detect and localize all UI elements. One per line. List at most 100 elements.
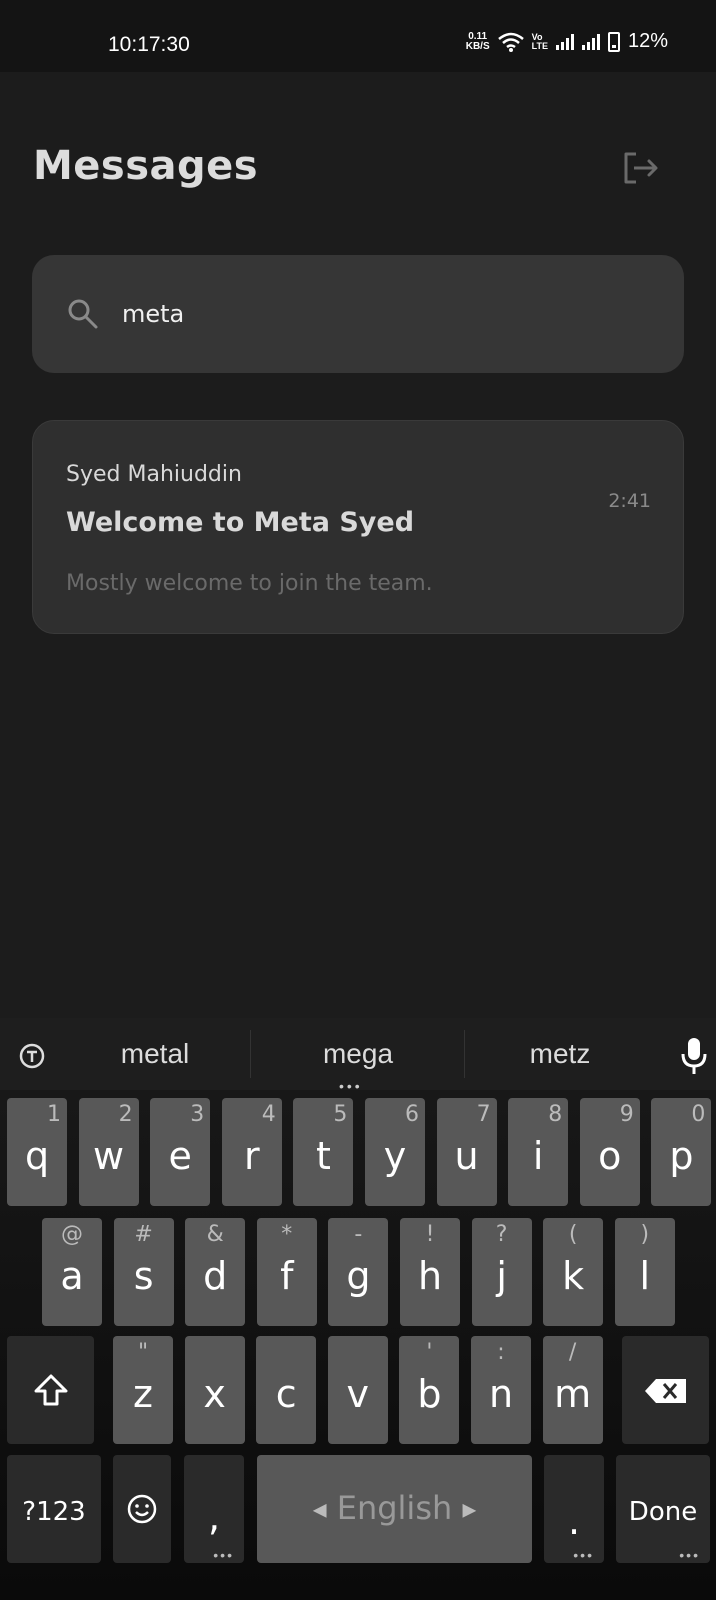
search-input[interactable] — [122, 294, 622, 334]
key-t[interactable]: 5t — [293, 1098, 354, 1206]
message-time: 2:41 — [608, 490, 651, 512]
key-hint: : — [497, 1340, 505, 1365]
key-b[interactable]: ' b — [399, 1336, 460, 1444]
microphone-icon[interactable] — [680, 1036, 708, 1076]
key-l[interactable]: ) l — [614, 1218, 675, 1326]
suggestion-divider — [250, 1030, 251, 1078]
logout-icon[interactable] — [622, 150, 662, 186]
key-hint: 0 — [691, 1102, 706, 1127]
key-hint: 3 — [190, 1102, 205, 1127]
key-hint: - — [354, 1222, 363, 1247]
emoji-key[interactable] — [113, 1455, 171, 1563]
page-title: Messages — [33, 143, 259, 189]
battery-level: 12% — [627, 30, 668, 52]
key-label: f — [280, 1254, 294, 1298]
key-label: x — [203, 1372, 226, 1416]
key-hint: 7 — [476, 1102, 491, 1127]
key-label: z — [133, 1372, 153, 1416]
key-u[interactable]: 7u — [436, 1098, 497, 1206]
key-z[interactable]: " z — [113, 1336, 173, 1444]
translate-icon[interactable] — [18, 1042, 46, 1070]
key-hint: " — [137, 1340, 149, 1365]
key-s[interactable]: # s — [113, 1218, 174, 1326]
key-label: d — [203, 1254, 228, 1298]
symbols-key[interactable]: ?123 — [7, 1455, 101, 1563]
key-x[interactable]: x — [184, 1336, 245, 1444]
key-label: w — [93, 1134, 125, 1178]
key-label: p — [669, 1134, 694, 1178]
status-icons: 0.11 KB/S Vo LTE 12% — [466, 30, 668, 53]
key-hint: 5 — [333, 1102, 348, 1127]
key-w[interactable]: 2w — [78, 1098, 139, 1206]
space-key[interactable]: ◀ English ▶ — [257, 1455, 532, 1563]
key-label: y — [383, 1134, 407, 1178]
key-label: s — [133, 1254, 154, 1298]
message-item[interactable]: Syed Mahiuddin Welcome to Meta Syed 2:41… — [32, 420, 684, 634]
suggestion-2[interactable]: mega — [258, 1038, 458, 1070]
key-m[interactable]: / m — [542, 1336, 603, 1444]
comma-key[interactable]: , ••• — [184, 1455, 244, 1563]
key-label: t — [315, 1134, 331, 1178]
message-sender: Syed Mahiuddin — [66, 462, 242, 487]
key-hint: ? — [495, 1222, 508, 1247]
period-key[interactable]: . ••• — [544, 1455, 604, 1563]
message-preview: Mostly welcome to join the team. — [66, 571, 433, 596]
key-f[interactable]: * f — [256, 1218, 317, 1326]
done-key[interactable]: Done ••• — [616, 1455, 710, 1563]
shift-key[interactable] — [7, 1336, 94, 1444]
shift-icon — [34, 1374, 68, 1406]
key-hint: & — [206, 1222, 224, 1247]
more-suggestions-icon: ••• — [339, 1078, 363, 1094]
key-label: j — [496, 1254, 507, 1298]
key-a[interactable]: @ a — [42, 1218, 102, 1326]
key-label: b — [417, 1372, 442, 1416]
key-hint: 4 — [261, 1102, 276, 1127]
suggestion-3[interactable]: metz — [460, 1038, 660, 1070]
key-hint: ' — [426, 1340, 433, 1365]
key-label: l — [639, 1254, 651, 1298]
key-label: o — [598, 1134, 622, 1178]
key-c[interactable]: c — [256, 1336, 317, 1444]
key-e[interactable]: 3e — [150, 1098, 211, 1206]
key-p[interactable]: 0p — [651, 1098, 712, 1206]
search-icon — [68, 299, 98, 329]
key-k[interactable]: (k — [543, 1218, 604, 1326]
key-hint: 9 — [619, 1102, 634, 1127]
backspace-icon — [645, 1379, 686, 1403]
key-hint: ! — [425, 1222, 435, 1247]
key-q[interactable]: 1q — [7, 1098, 67, 1206]
key-d[interactable]: & d — [185, 1218, 246, 1326]
key-hint: 1 — [47, 1102, 61, 1127]
key-label: e — [168, 1134, 192, 1178]
key-i[interactable]: 8i — [508, 1098, 569, 1206]
key-label: q — [24, 1134, 50, 1178]
key-h[interactable]: ! h — [400, 1218, 460, 1326]
key-hint: 2 — [118, 1102, 133, 1127]
key-label: u — [454, 1134, 479, 1178]
keyboard: metal mega ••• metz ?123 , ••• ◀ English… — [0, 1018, 716, 1600]
key-hint: ) — [640, 1222, 650, 1247]
backspace-key[interactable] — [622, 1336, 709, 1444]
key-label: v — [346, 1372, 370, 1416]
key-hint: / — [568, 1340, 577, 1365]
key-r[interactable]: 4r — [221, 1098, 282, 1206]
status-time: 10:17:30 — [108, 33, 190, 56]
key-o[interactable]: 9o — [579, 1098, 640, 1206]
emoji-icon — [127, 1494, 157, 1524]
key-j[interactable]: ? j — [471, 1218, 532, 1326]
space-language-label: ◀ English ▶ — [312, 1489, 477, 1527]
key-v[interactable]: v — [327, 1336, 388, 1444]
key-label: n — [488, 1372, 514, 1416]
signal-icon — [555, 33, 574, 50]
message-subject: Welcome to Meta Syed — [66, 507, 415, 538]
suggestion-1[interactable]: metal — [55, 1038, 255, 1070]
wifi-icon — [497, 32, 524, 52]
key-g[interactable]: -g — [328, 1218, 389, 1326]
key-n[interactable]: :n — [471, 1336, 531, 1444]
volte-indicator: Vo LTE — [531, 31, 548, 51]
key-y[interactable]: 6y — [365, 1098, 425, 1206]
key-hint: 8 — [548, 1102, 563, 1127]
key-hint: @ — [61, 1222, 83, 1247]
network-speed: 0.11 KB/S — [465, 30, 490, 52]
suggestion-bar: metal mega ••• metz — [0, 1018, 716, 1094]
